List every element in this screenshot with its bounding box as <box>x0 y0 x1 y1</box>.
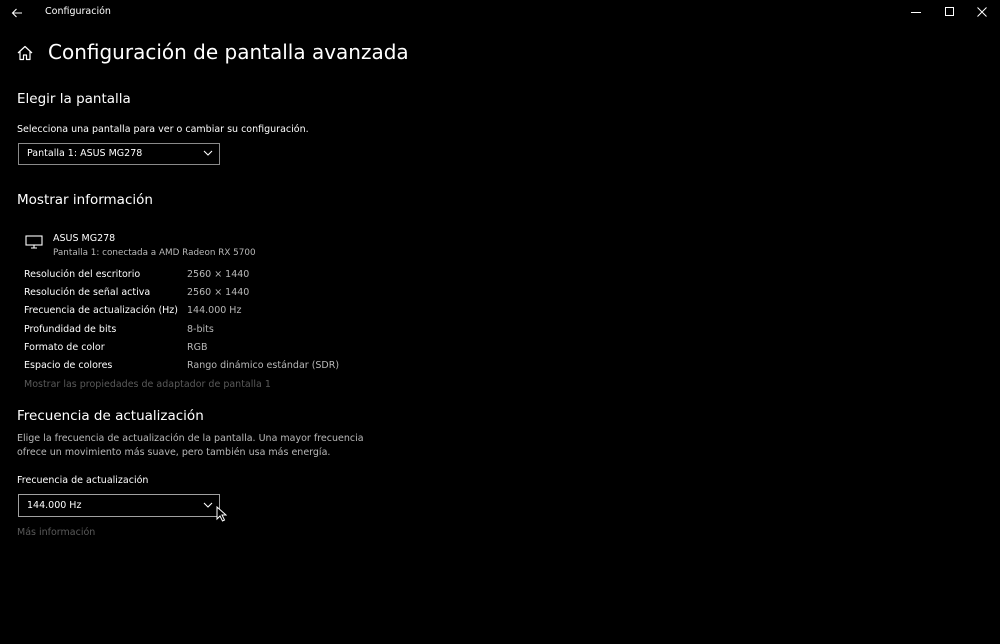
minimize-icon <box>911 12 921 13</box>
refresh-description-line1: Elige la frecuencia de actualización de … <box>17 433 364 444</box>
info-row: Espacio de colores Rango dinámico estánd… <box>24 360 344 374</box>
info-value: RGB <box>187 342 208 353</box>
info-label: Resolución del escritorio <box>24 269 141 280</box>
chevron-down-icon <box>203 502 213 508</box>
info-value: 8-bits <box>187 324 214 335</box>
close-icon <box>977 7 987 17</box>
display-info-heading: Mostrar información <box>17 192 153 208</box>
maximize-icon <box>945 7 954 16</box>
minimize-button[interactable] <box>898 0 934 24</box>
info-value: Rango dinámico estándar (SDR) <box>187 360 340 371</box>
title-bar: Configuración <box>0 0 1000 26</box>
info-row: Resolución de señal activa 2560 × 1440 <box>24 287 344 301</box>
chevron-down-icon <box>203 150 213 156</box>
info-value: 2560 × 1440 <box>187 269 250 280</box>
mouse-cursor-icon <box>216 506 227 522</box>
display-select[interactable]: Pantalla 1: ASUS MG278 <box>18 143 220 165</box>
info-row: Profundidad de bits 8-bits <box>24 324 344 338</box>
refresh-description-line2: ofrece un movimiento más suave, pero tam… <box>17 447 331 458</box>
back-arrow-icon <box>11 8 22 18</box>
info-label: Resolución de señal activa <box>24 287 151 298</box>
refresh-rate-select[interactable]: 144.000 Hz <box>18 494 220 517</box>
monitor-name: ASUS MG278 <box>53 233 116 244</box>
info-value: 2560 × 1440 <box>187 287 250 298</box>
close-button[interactable] <box>964 0 1000 24</box>
maximize-button[interactable] <box>932 0 968 24</box>
monitor-connection: Pantalla 1: conectada a AMD Radeon RX 57… <box>53 248 256 258</box>
choose-display-instruction: Selecciona una pantalla para ver o cambi… <box>17 124 309 135</box>
info-label: Espacio de colores <box>24 360 113 371</box>
info-row: Formato de color RGB <box>24 342 344 356</box>
info-row: Frecuencia de actualización (Hz) 144.000… <box>24 305 344 319</box>
adapter-properties-link[interactable]: Mostrar las propiedades de adaptador de … <box>24 379 271 390</box>
page-title: Configuración de pantalla avanzada <box>48 40 409 64</box>
refresh-field-label: Frecuencia de actualización <box>17 475 149 486</box>
refresh-rate-heading: Frecuencia de actualización <box>17 408 204 424</box>
info-label: Frecuencia de actualización (Hz) <box>24 305 178 316</box>
choose-display-heading: Elegir la pantalla <box>17 91 131 107</box>
back-button[interactable] <box>6 3 28 23</box>
info-value: 144.000 Hz <box>187 305 242 316</box>
info-label: Profundidad de bits <box>24 324 117 335</box>
monitor-icon <box>25 235 43 249</box>
app-title: Configuración <box>45 6 111 17</box>
refresh-rate-value: 144.000 Hz <box>27 500 82 511</box>
home-icon[interactable] <box>16 44 34 62</box>
more-info-link[interactable]: Más información <box>17 527 95 538</box>
info-label: Formato de color <box>24 342 105 353</box>
display-select-value: Pantalla 1: ASUS MG278 <box>27 148 143 159</box>
info-row: Resolución del escritorio 2560 × 1440 <box>24 269 344 283</box>
